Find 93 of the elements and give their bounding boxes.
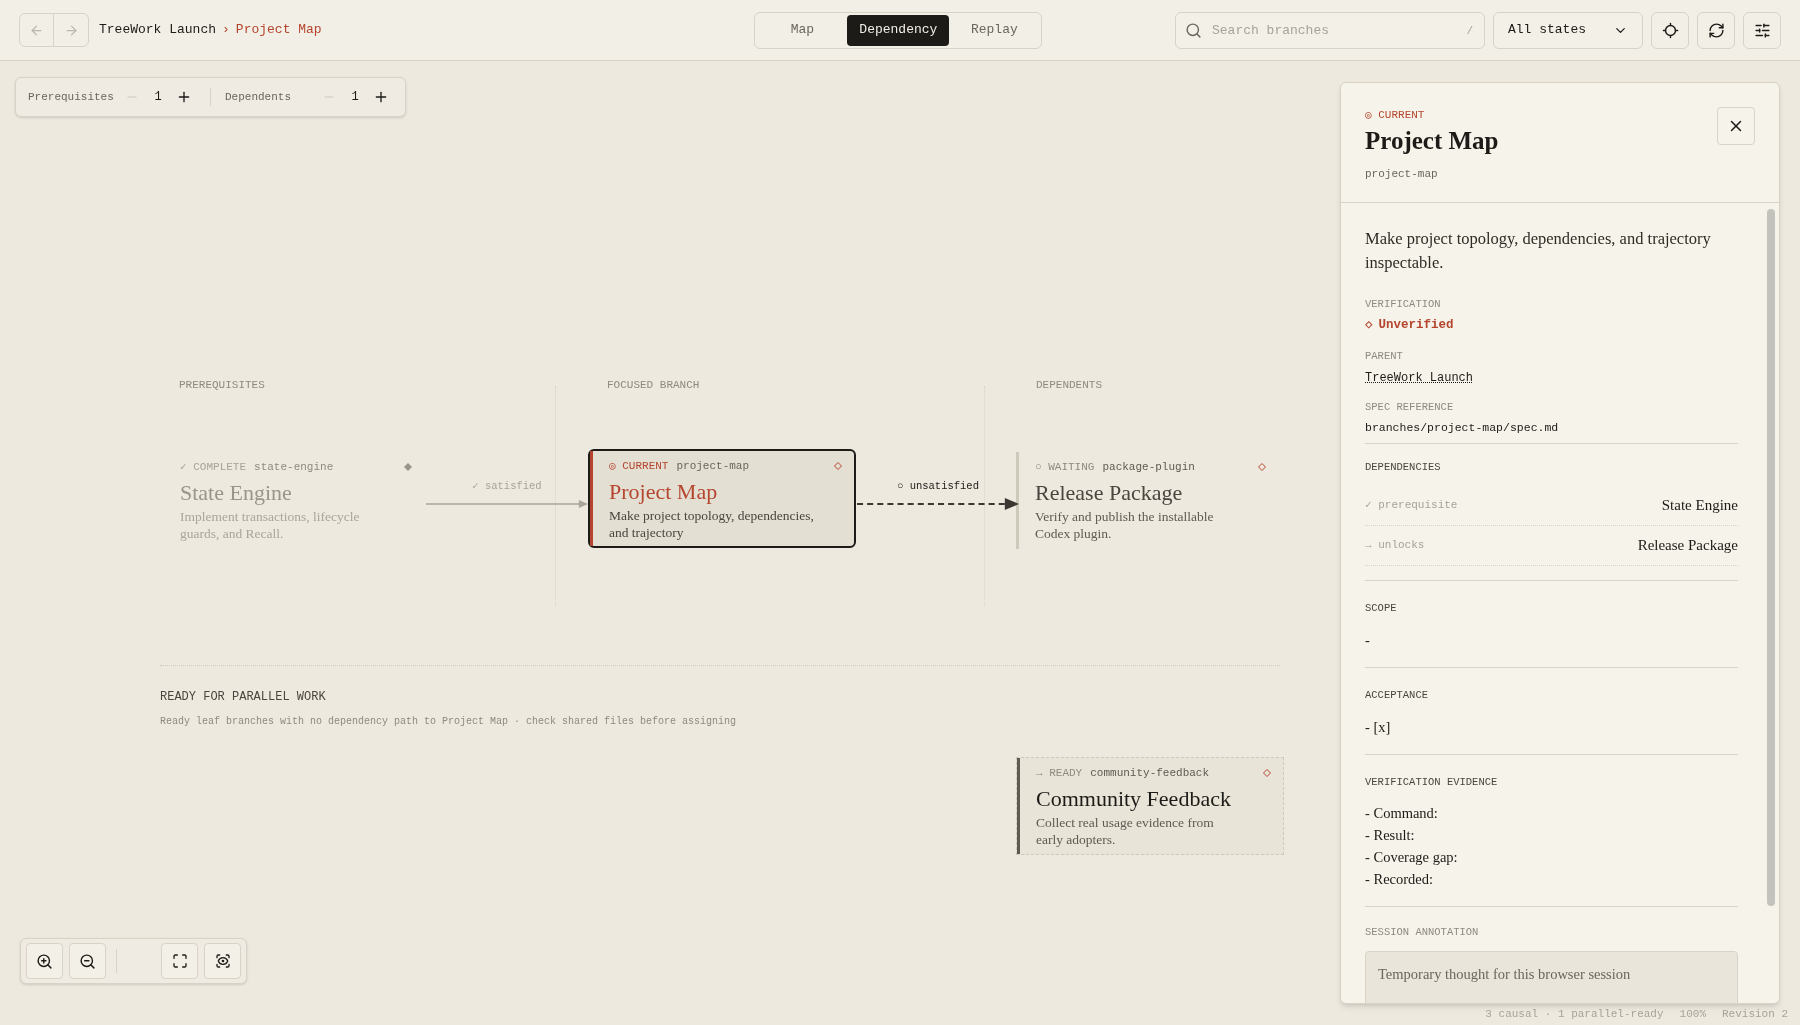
depth-label: Dependents: [225, 89, 292, 105]
field-label: VERIFICATION: [1365, 297, 1442, 312]
branch-card[interactable]: ◎ CURRENT project-map Project Map Make project topology, dependencies, and trajectory: [588, 449, 856, 548]
branch-slug: package-plugin: [1102, 460, 1195, 475]
branch-description: Verify and publish the installable Codex plugin.: [1035, 507, 1215, 542]
status-label: ◎ CURRENT: [609, 459, 669, 474]
expand-icon: [171, 953, 188, 969]
diamond-icon: ◇: [1365, 315, 1373, 335]
section-heading: VERIFICATION EVIDENCE: [1365, 774, 1499, 790]
branch-title: Community Feedback: [1036, 784, 1232, 813]
section-heading: SCOPE: [1365, 601, 1398, 616]
field-label: PARENT: [1365, 348, 1404, 364]
branch-slug: project-map: [1365, 166, 1439, 182]
status-text: 100%: [1679, 1006, 1706, 1022]
branch-title: Release Package: [1035, 478, 1184, 507]
zoom-in-icon: [36, 952, 53, 970]
branch-slug: community-feedback: [1090, 766, 1210, 781]
column-heading: DEPENDENTS: [1036, 378, 1102, 393]
branch-description: Implement transactions, lifecycle guards, and Recall.: [180, 507, 361, 542]
diamond-icon: [1258, 463, 1266, 472]
branch-description: Collect real usage evidence from early adopters.: [1036, 813, 1215, 848]
refresh-icon: [1707, 21, 1725, 39]
section-line: - Command:: [1365, 804, 1439, 824]
status-text: Revision 2: [1722, 1006, 1788, 1022]
fit-view-button[interactable]: [161, 943, 198, 979]
branch-slug: project-map: [676, 459, 750, 474]
dependency-name: Release Package: [1637, 536, 1738, 556]
breadcrumb-current: Project Map: [235, 21, 322, 40]
section-heading: ACCEPTANCE: [1365, 687, 1429, 703]
column-heading: FOCUSED BRANCH: [607, 378, 700, 393]
zoom-in-button[interactable]: [26, 943, 63, 979]
branch-card[interactable]: → READY community-feedback Community Feedback Collect real usage evidence from early adopters.: [1016, 757, 1284, 855]
diamond-icon: [834, 462, 842, 471]
branch-description: Make project topology, dependencies, and trajectory: [609, 506, 814, 541]
section-subtitle: Ready leaf branches with no dependency path to Project Map · check shared files before assigning: [160, 715, 737, 729]
annotation-field[interactable]: Temporary thought for this browser session: [1365, 951, 1738, 1003]
zoom-out-icon: [79, 952, 96, 970]
status-label: → READY: [1036, 766, 1083, 781]
view-tab[interactable]: Map: [758, 14, 847, 46]
search-icon: [1185, 21, 1202, 39]
status-text: 3 causal · 1 parallel-ready: [1485, 1006, 1664, 1022]
dependency-row[interactable]: → unlocks Release Package: [1365, 526, 1738, 566]
diamond-icon: [404, 463, 412, 472]
focus-button[interactable]: [204, 943, 241, 979]
field-label: SESSION ANNOTATION: [1365, 925, 1480, 941]
depth-value: 1: [350, 89, 360, 106]
section-line: - Result:: [1365, 826, 1416, 846]
section-heading: READY FOR PARALLEL WORK: [160, 689, 326, 706]
branch-slug: state-engine: [254, 460, 334, 475]
column-heading: PREREQUISITES: [179, 378, 265, 393]
status-label: ◎ CURRENT: [1365, 108, 1426, 123]
shortcut-hint: /: [1466, 23, 1473, 39]
section-line: -: [1365, 630, 1371, 650]
section-line: - [x]: [1365, 717, 1392, 737]
plus-icon: [176, 89, 192, 105]
panel-title: Project Map: [1365, 125, 1499, 156]
focus-icon: [214, 953, 231, 969]
state-filter-dropdown[interactable]: All states: [1493, 11, 1643, 49]
edge-label: ✓ satisfied: [471, 479, 543, 494]
scrollbar-thumb[interactable]: [1767, 209, 1775, 906]
field-label: DEPENDENCIES: [1365, 460, 1442, 476]
locate-button[interactable]: [1651, 11, 1689, 49]
spec-path: branches/project-map/spec.md: [1365, 419, 1738, 445]
breadcrumb-link[interactable]: TreeWork Launch: [99, 20, 217, 40]
status-label: ✓ COMPLETE: [180, 460, 247, 475]
view-tab[interactable]: Dependency: [847, 14, 950, 46]
breadcrumb-separator: ›: [222, 21, 230, 40]
zoom-out-button[interactable]: [69, 943, 106, 979]
branch-description: Make project topology, dependencies, and trajectory inspectable.: [1365, 228, 1712, 274]
plus-icon: [373, 89, 389, 105]
branch-title: State Engine: [180, 478, 293, 507]
status-label: ○ WAITING: [1035, 460, 1095, 475]
section-line: - Recorded:: [1365, 870, 1435, 890]
relation-label: → unlocks: [1365, 538, 1425, 554]
depth-value: 1: [153, 89, 163, 106]
target-icon: [1661, 21, 1679, 39]
dependency-name: State Engine: [1661, 496, 1738, 516]
depth-label: Prerequisites: [28, 89, 115, 105]
close-button[interactable]: [1717, 107, 1755, 145]
settings-button[interactable]: [1743, 11, 1781, 49]
branch-title: Project Map: [609, 477, 719, 506]
view-tab[interactable]: Replay: [950, 14, 1039, 46]
diamond-icon: [1263, 769, 1271, 778]
dependency-row[interactable]: ✓ prerequisite State Engine: [1365, 486, 1738, 526]
section-line: - Coverage gap:: [1365, 848, 1459, 868]
branch-card[interactable]: ○ WAITING package-plugin Release Package Verify and publish the installable Codex plugin.: [1016, 452, 1278, 549]
edge-label: ○ unsatisfied: [896, 479, 980, 494]
refresh-button[interactable]: [1697, 11, 1735, 49]
relation-label: ✓ prerequisite: [1365, 498, 1458, 514]
settings-icon: [1753, 21, 1771, 39]
field-label: SPEC REFERENCE: [1365, 400, 1455, 416]
verification-status: Unverified: [1378, 316, 1454, 334]
parent-link[interactable]: TreeWork Launch: [1365, 369, 1474, 388]
